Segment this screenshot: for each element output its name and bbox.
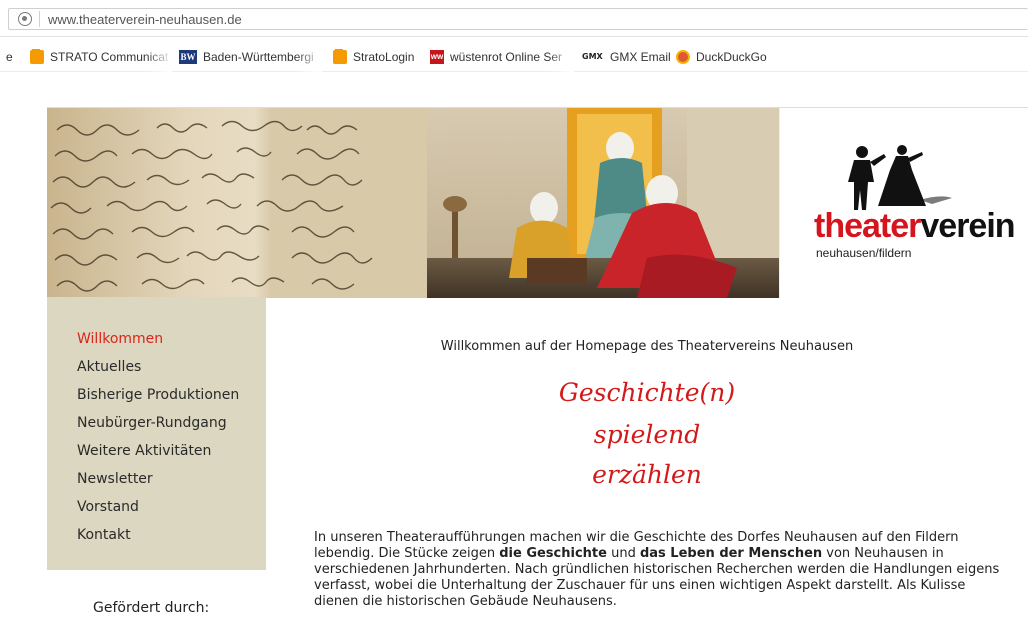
bookmarks-bar: e STRATO Communicat BW Baden-Württemberg…: [0, 38, 1028, 72]
bookmark-fade: [146, 38, 172, 72]
browser-address-bar: www.theaterverein-neuhausen.de: [0, 0, 1028, 37]
nav-item-newsletter[interactable]: Newsletter: [77, 471, 153, 487]
wuestenrot-icon: ww: [430, 50, 444, 64]
bookmark-duckduckgo[interactable]: DuckDuckGo: [676, 49, 767, 65]
url-text[interactable]: www.theaterverein-neuhausen.de: [48, 12, 242, 27]
motto-line-3: erzählen: [592, 460, 702, 489]
welcome-heading: Willkommen auf der Homepage des Theaterv…: [440, 339, 854, 354]
nav-item-willkommen[interactable]: Willkommen: [77, 331, 163, 347]
logo-word-verein: verein: [920, 207, 1015, 245]
intro-paragraph: In unseren Theateraufführungen machen wi…: [314, 530, 1004, 610]
header-banner: theaterverein neuhausen/fildern: [47, 107, 1028, 298]
omnibox-separator: [39, 11, 40, 27]
bookmark-overflow[interactable]: e: [6, 49, 13, 65]
nav-item-aktuelles[interactable]: Aktuelles: [77, 359, 141, 375]
bookmark-fade: [296, 38, 322, 72]
bookmark-label: wüstenrot Online Ser: [450, 50, 563, 64]
bookmark-overflow-label: e: [6, 50, 13, 64]
nav-item-vorstand[interactable]: Vorstand: [77, 499, 139, 515]
intro-text-2: und: [606, 546, 640, 561]
logo-subtitle: neuhausen/fildern: [816, 246, 912, 260]
bookmark-label: StratoLogin: [353, 50, 415, 64]
site-info-icon[interactable]: [18, 12, 32, 26]
intro-bold-geschichte: die Geschichte: [499, 546, 607, 561]
nav-item-neubuerger-rundgang[interactable]: Neubürger-Rundgang: [77, 415, 227, 431]
nav-item-weitere-aktivitaeten[interactable]: Weitere Aktivitäten: [77, 443, 211, 459]
strato-icon: [30, 49, 44, 64]
sidebar-navigation: Willkommen Aktuelles Bisherige Produktio…: [47, 297, 266, 570]
motto-line-2: spielend: [593, 420, 701, 449]
bw-icon: BW: [179, 50, 197, 64]
motto-line-1: Geschichte(n): [558, 378, 736, 407]
intro-bold-leben: das Leben der Menschen: [639, 546, 823, 561]
sponsor-box: Gefördert durch:: [53, 570, 266, 624]
logo-wordmark: theaterverein: [814, 207, 1016, 246]
theater-scene-image: [47, 108, 779, 298]
bookmark-label: GMX Email: [610, 50, 671, 64]
logo-word-theater: theater: [814, 207, 921, 245]
sponsor-label: Gefördert durch:: [93, 600, 210, 616]
strato-icon: [333, 49, 347, 64]
bookmark-label: DuckDuckGo: [696, 50, 767, 64]
nav-item-bisherige-produktionen[interactable]: Bisherige Produktionen: [77, 387, 239, 403]
bookmark-stratologin[interactable]: StratoLogin: [333, 49, 414, 65]
club-logo[interactable]: theaterverein neuhausen/fildern: [779, 108, 1028, 298]
banner-photo: [47, 108, 779, 298]
gmx-icon: GMX: [582, 52, 603, 61]
bookmark-fade: [548, 38, 574, 72]
theater-couple-silhouette-icon: [848, 145, 952, 210]
duckduckgo-icon: [676, 50, 690, 64]
bookmark-gmx[interactable]: GMX GMX Email: [582, 49, 671, 65]
nav-item-kontakt[interactable]: Kontakt: [77, 527, 131, 543]
